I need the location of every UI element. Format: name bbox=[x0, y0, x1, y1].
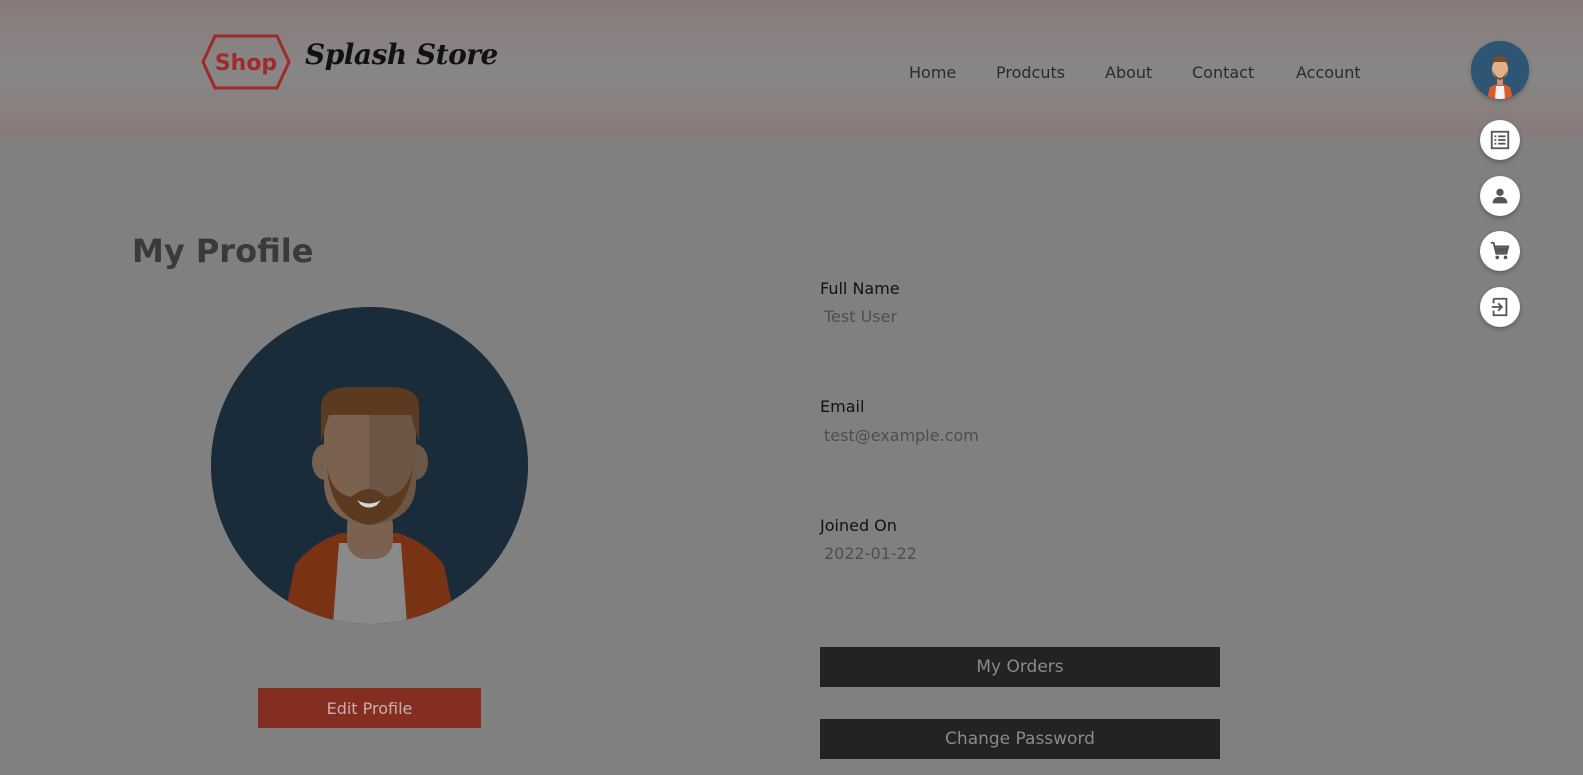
nav-products[interactable]: Prodcuts bbox=[996, 63, 1065, 82]
joined-on-label: Joined On bbox=[820, 516, 897, 535]
brand-name: Splash Store bbox=[305, 38, 498, 71]
cart-fab[interactable] bbox=[1480, 231, 1520, 271]
orders-list-icon bbox=[1490, 130, 1510, 150]
cart-icon bbox=[1490, 241, 1510, 260]
logout-fab[interactable] bbox=[1480, 287, 1520, 327]
nav-account[interactable]: Account bbox=[1296, 63, 1361, 82]
nav-about[interactable]: About bbox=[1105, 63, 1152, 82]
person-icon bbox=[1492, 188, 1508, 204]
shop-logo[interactable]: Shop bbox=[201, 32, 291, 92]
full-name-value: Test User bbox=[824, 307, 898, 326]
page-title: My Profile bbox=[132, 232, 314, 270]
profile-fab[interactable] bbox=[1480, 176, 1520, 216]
change-password-button[interactable]: Change Password bbox=[820, 719, 1220, 759]
shop-logo-icon: Shop bbox=[201, 34, 291, 90]
logout-icon bbox=[1491, 297, 1508, 317]
user-menu-avatar[interactable] bbox=[1471, 41, 1529, 99]
svg-text:Shop: Shop bbox=[215, 51, 277, 76]
joined-on-value: 2022-01-22 bbox=[824, 544, 917, 563]
full-name-label: Full Name bbox=[820, 279, 900, 298]
edit-profile-button[interactable]: Edit Profile bbox=[258, 688, 481, 728]
nav-contact[interactable]: Contact bbox=[1192, 63, 1254, 82]
profile-avatar-icon bbox=[211, 307, 528, 624]
email-value: test@example.com bbox=[824, 426, 979, 445]
site-header: Shop Splash Store Home Prodcuts About Co… bbox=[0, 0, 1583, 135]
nav-home[interactable]: Home bbox=[909, 63, 956, 82]
user-avatar-icon bbox=[1471, 41, 1529, 99]
email-label: Email bbox=[820, 397, 865, 416]
my-orders-button[interactable]: My Orders bbox=[820, 647, 1220, 687]
orders-fab[interactable] bbox=[1480, 120, 1520, 160]
profile-avatar bbox=[211, 307, 528, 624]
